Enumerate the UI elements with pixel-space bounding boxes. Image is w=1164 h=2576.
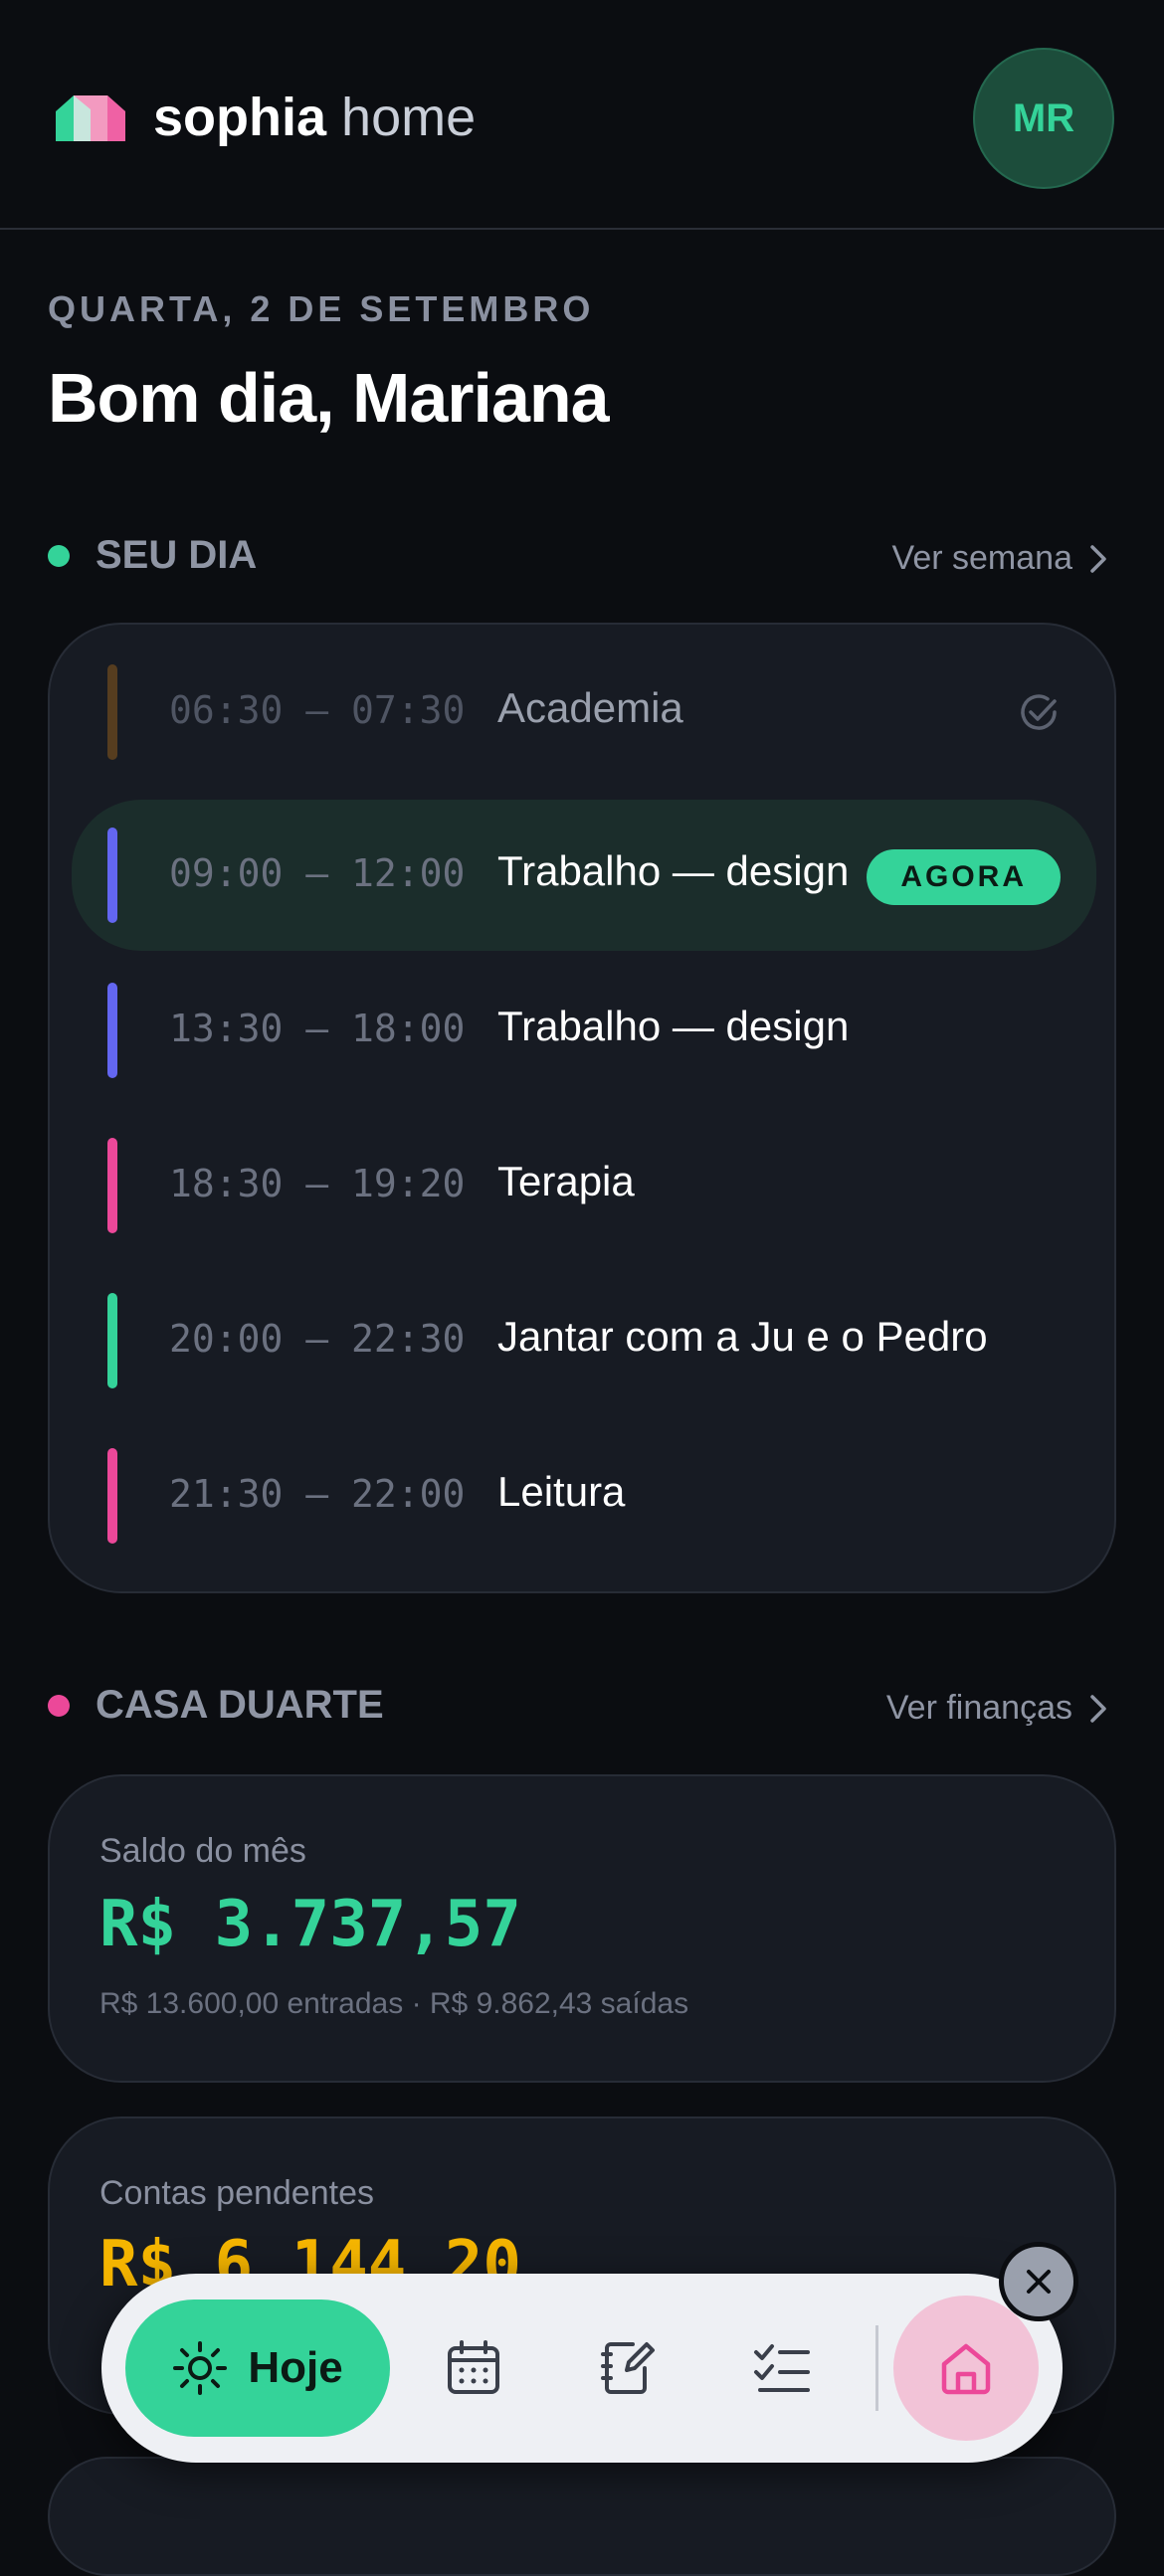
event-color-bar xyxy=(107,664,117,760)
event-color-bar xyxy=(107,1448,117,1544)
close-button[interactable] xyxy=(999,2242,1078,2321)
check-circle-icon[interactable] xyxy=(1017,690,1061,734)
nav-divider xyxy=(875,2325,878,2411)
greeting: Bom dia, Mariana xyxy=(48,359,610,437)
chevron-right-icon xyxy=(1090,544,1106,573)
event-time: 21:30 – 22:00 xyxy=(169,1472,466,1516)
see-week-link[interactable]: Ver semana xyxy=(892,539,1108,578)
schedule-event[interactable]: 06:30 – 07:30 Academia xyxy=(72,637,1096,788)
avatar[interactable]: MR xyxy=(973,48,1114,189)
now-badge: AGORA xyxy=(867,849,1061,905)
app-header: sophia home MR xyxy=(0,0,1164,230)
event-color-bar xyxy=(107,828,117,923)
notebook-pen-icon xyxy=(601,2342,655,2394)
pink-dot-icon xyxy=(48,1694,70,1717)
close-icon xyxy=(1027,2270,1051,2294)
pending-label: Contas pendentes xyxy=(99,2174,374,2212)
event-time: 13:30 – 18:00 xyxy=(169,1007,466,1050)
section-title-day: SEU DIA xyxy=(48,533,257,578)
event-time: 18:30 – 19:20 xyxy=(169,1162,466,1205)
event-color-bar xyxy=(107,1138,117,1233)
calendar-icon xyxy=(448,2340,499,2394)
nav-home-button[interactable] xyxy=(893,2296,1039,2441)
bottom-nav: Hoje xyxy=(101,2274,1063,2463)
event-title: Leitura xyxy=(497,1468,626,1515)
balance-card[interactable]: Saldo do mês R$ 3.737,57 R$ 13.600,00 en… xyxy=(48,1774,1116,2083)
event-time: 09:00 – 12:00 xyxy=(169,851,466,895)
event-title: Trabalho — design xyxy=(497,1003,850,1049)
sun-icon xyxy=(173,2341,228,2395)
brand-name: sophia home xyxy=(153,88,477,147)
balance-label: Saldo do mês xyxy=(99,1832,306,1870)
event-color-bar xyxy=(107,1293,117,1388)
nav-notes-button[interactable] xyxy=(579,2318,679,2418)
next-card[interactable] xyxy=(48,2457,1116,2576)
event-title: Academia xyxy=(497,684,683,731)
current-date: QUARTA, 2 DE SETEMBRO xyxy=(48,288,595,329)
event-time: 20:00 – 22:30 xyxy=(169,1317,466,1361)
event-color-bar xyxy=(107,983,117,1078)
schedule-event[interactable]: 20:00 – 22:30 Jantar com a Ju e o Pedro xyxy=(72,1265,1096,1416)
section-title-home: CASA DUARTE xyxy=(48,1683,384,1728)
event-title: Trabalho — design xyxy=(497,847,850,894)
checklist-icon xyxy=(754,2344,810,2392)
schedule-card: 06:30 – 07:30 Academia 09:00 – 12:00 Tra… xyxy=(48,623,1116,1593)
nav-today-button[interactable]: Hoje xyxy=(125,2300,390,2437)
nav-tasks-button[interactable] xyxy=(732,2318,832,2418)
chevron-right-icon xyxy=(1090,1694,1106,1723)
nav-calendar-button[interactable] xyxy=(424,2318,523,2418)
balance-amount: R$ 3.737,57 xyxy=(99,1888,521,1961)
home-icon xyxy=(941,2343,991,2395)
event-title: Terapia xyxy=(497,1158,635,1204)
balance-detail: R$ 13.600,00 entradas · R$ 9.862,43 saíd… xyxy=(99,1987,689,2020)
schedule-event[interactable]: 21:30 – 22:00 Leitura xyxy=(72,1420,1096,1571)
green-dot-icon xyxy=(48,544,70,567)
schedule-event-current[interactable]: 09:00 – 12:00 Trabalho — design AGORA xyxy=(72,800,1096,951)
schedule-event[interactable]: 18:30 – 19:20 Terapia xyxy=(72,1110,1096,1261)
event-time: 06:30 – 07:30 xyxy=(169,688,466,732)
see-finances-link[interactable]: Ver finanças xyxy=(886,1689,1108,1728)
schedule-event[interactable]: 13:30 – 18:00 Trabalho — design xyxy=(72,955,1096,1106)
house-logo-icon xyxy=(56,95,125,141)
event-title: Jantar com a Ju e o Pedro xyxy=(497,1313,988,1360)
